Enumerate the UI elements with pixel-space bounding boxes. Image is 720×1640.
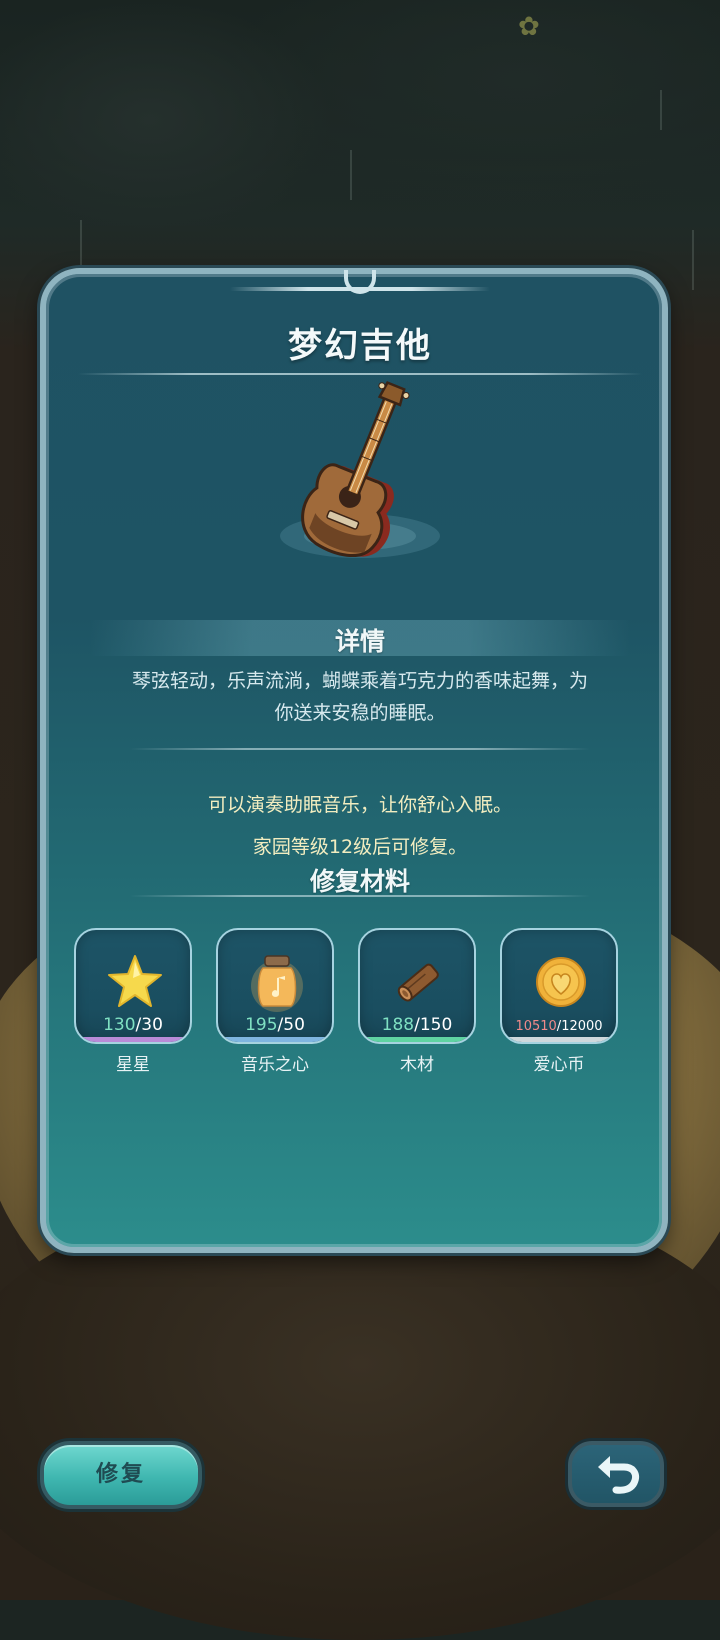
item-effect: 可以演奏助眠音乐，让你舒心入眠。 <box>207 794 512 816</box>
material-name: 木材 <box>400 1055 434 1075</box>
wood-log-icon <box>397 963 439 1002</box>
material-card[interactable]: 195/50 <box>216 928 334 1044</box>
materials-heading: 修复材料 <box>309 867 410 896</box>
item-title: 梦幻吉他 <box>288 326 432 366</box>
material-card[interactable]: 188/150 <box>358 928 476 1044</box>
material-card[interactable]: 10510/12000 <box>500 928 618 1044</box>
material-count: 130/30 <box>103 1015 163 1035</box>
description-line-2: 你送来安稳的睡眠。 <box>274 702 446 724</box>
material-heart-coin[interactable]: 10510/12000 爱心币 <box>500 928 618 1075</box>
material-count: 10510/12000 <box>515 1019 603 1034</box>
details-divider <box>130 748 590 750</box>
material-name: 星星 <box>116 1055 150 1075</box>
material-rim <box>218 1037 332 1042</box>
unlock-requirement: 家园等级12级后可修复。 <box>252 836 468 858</box>
undo-arrow-icon <box>598 1456 640 1494</box>
materials-divider <box>130 895 590 897</box>
item-description: 琴弦轻动，乐声流淌，蝴蝶乘着巧克力的香味起舞，为 你送来安稳的睡眠。 <box>86 665 634 729</box>
repair-button[interactable]: 修复 <box>40 1441 202 1509</box>
star-icon <box>108 955 162 1007</box>
material-card[interactable]: 130/30 <box>74 928 192 1044</box>
material-music-heart[interactable]: 195/50 音乐之心 <box>216 928 334 1075</box>
description-line-1: 琴弦轻动，乐声流淌，蝴蝶乘着巧克力的香味起舞，为 <box>131 670 588 692</box>
material-name: 爱心币 <box>533 1055 585 1075</box>
material-name: 音乐之心 <box>241 1055 309 1075</box>
material-star[interactable]: 130/30 星星 <box>74 928 192 1075</box>
material-wood[interactable]: 188/150 木材 <box>358 928 476 1075</box>
material-rim <box>76 1037 190 1042</box>
heart-coin-icon <box>536 957 586 1007</box>
title-divider <box>78 373 642 375</box>
music-heart-jar-icon <box>251 955 303 1012</box>
material-count: 188/150 <box>381 1015 453 1035</box>
material-rim <box>502 1037 616 1042</box>
guitar-icon <box>280 381 440 558</box>
material-count: 195/50 <box>245 1015 305 1035</box>
material-rim <box>360 1037 474 1042</box>
back-button[interactable] <box>568 1441 664 1507</box>
details-heading: 详情 <box>334 627 385 656</box>
